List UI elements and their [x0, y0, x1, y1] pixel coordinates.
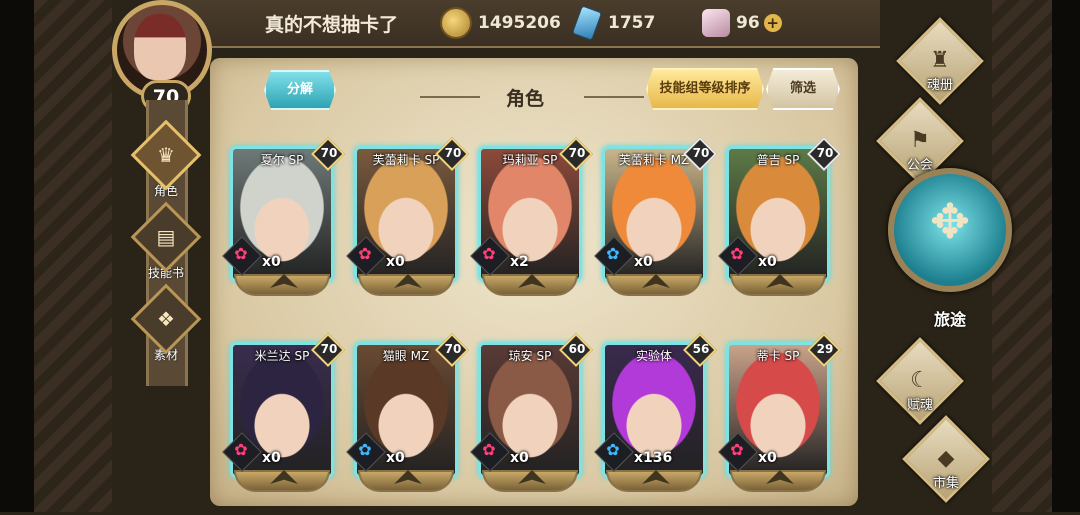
guild-button[interactable]: ⚑ 公会: [876, 97, 964, 185]
shard-count: x0: [510, 450, 529, 466]
soulbook-label: 魂册: [926, 78, 953, 93]
character-level: 70: [568, 146, 586, 160]
shard-count: x0: [758, 254, 777, 270]
soulbook-button[interactable]: ♜ 魂册: [896, 17, 984, 105]
character-card[interactable]: 猫眼 MZ 70 ✿ x0: [346, 333, 469, 494]
card-pedestal: [234, 274, 330, 296]
shard-counter[interactable]: 96 +: [702, 8, 782, 38]
nav-item-skillbook[interactable]: ▤ 技能书: [130, 201, 202, 281]
card-pedestal: [730, 274, 826, 296]
character-level: 70: [320, 342, 338, 356]
card-pedestal: [730, 470, 826, 492]
character-level-badge: 70: [435, 137, 469, 171]
shard-count: x2: [510, 254, 529, 270]
character-level-badge: 70: [559, 137, 593, 171]
skillbook-icon: ▤: [156, 225, 176, 249]
title-ornament-left: [420, 96, 480, 98]
card-pedestal: [358, 470, 454, 492]
card-pedestal: [482, 274, 578, 296]
character-level: 70: [444, 146, 462, 160]
soul-shard-icon: ✿: [470, 236, 510, 276]
character-level-badge: 70: [311, 137, 345, 171]
shard-count: x0: [758, 450, 777, 466]
soul-shard-icon: ✿: [346, 432, 386, 472]
character-card[interactable]: 芙蕾莉卡 MZ 70 ✿ x0: [594, 137, 717, 298]
card-pedestal: [358, 274, 454, 296]
shard-count: x0: [634, 254, 653, 270]
character-level-badge: 56: [683, 333, 717, 367]
journey-label: 旅途: [933, 310, 966, 329]
title-ornament-right: [584, 96, 644, 98]
crystal-icon: [572, 5, 602, 41]
gold-value: 1495206: [478, 13, 561, 33]
card-pedestal: [606, 470, 702, 492]
player-avatar[interactable]: 70: [104, 0, 226, 115]
character-card[interactable]: 芙蕾莉卡 SP 70 ✿ x0: [346, 137, 469, 298]
add-shards-icon[interactable]: +: [763, 14, 782, 32]
character-level-badge: 70: [435, 333, 469, 367]
character-level-badge: 29: [807, 333, 841, 367]
shard-count: x0: [262, 254, 281, 270]
character-card[interactable]: 琼安 SP 60 ✿ x0: [470, 333, 593, 494]
shard-count: x0: [386, 450, 405, 466]
character-level-badge: 60: [559, 333, 593, 367]
character-level: 70: [320, 146, 338, 160]
character-card[interactable]: 实验体 56 ✿ x136: [594, 333, 717, 494]
shard-count: x0: [386, 254, 405, 270]
market-label: 市集: [932, 476, 959, 491]
crystal-counter: 1757: [572, 5, 656, 41]
filter-button[interactable]: 筛选: [766, 68, 840, 110]
character-level: 70: [444, 342, 462, 356]
character-card[interactable]: 蒂卡 SP 29 ✿ x0: [718, 333, 841, 494]
card-pedestal: [606, 274, 702, 296]
character-card[interactable]: 普吉 SP 70 ✿ x0: [718, 137, 841, 298]
material-icon: ❖: [157, 307, 175, 331]
character-level-badge: 70: [311, 333, 345, 367]
shard-count: x0: [262, 450, 281, 466]
soul-shard-icon: [702, 9, 730, 37]
character-level-badge: 70: [807, 137, 841, 171]
gold-coin-icon: [440, 7, 472, 39]
character-card[interactable]: 夏尔 SP 70 ✿ x0: [222, 137, 345, 298]
panel-title: 角色: [505, 88, 544, 110]
decompose-button[interactable]: 分解: [264, 70, 336, 110]
player-name: 真的不想抽卡了: [265, 14, 399, 36]
soul-shard-icon: ✿: [222, 236, 262, 276]
market-button[interactable]: ◆ 市集: [902, 415, 990, 503]
soul-shard-icon: ✿: [470, 432, 510, 472]
enchant-button[interactable]: ☾ 赋魂: [876, 337, 964, 425]
character-level: 60: [568, 342, 586, 356]
character-level: 56: [692, 342, 710, 356]
soul-shard-icon: ✿: [222, 432, 262, 472]
soul-shard-icon: ✿: [594, 236, 634, 276]
enchant-label: 赋魂: [906, 398, 933, 413]
soul-shard-icon: ✿: [718, 236, 758, 276]
soul-shard-icon: ✿: [346, 236, 386, 276]
card-pedestal: [482, 470, 578, 492]
character-level: 70: [816, 146, 834, 160]
character-icon: ♛: [157, 143, 175, 167]
character-card[interactable]: 玛莉亚 SP 70 ✿ x2: [470, 137, 593, 298]
journey-button[interactable]: ✥ 旅途: [888, 168, 1014, 336]
sort-button[interactable]: 技能组等级排序: [646, 68, 764, 110]
shard-count: x136: [634, 450, 673, 466]
soul-shard-icon: ✿: [594, 432, 634, 472]
character-level: 29: [816, 342, 834, 356]
nav-item-material[interactable]: ❖ 素材: [130, 283, 202, 363]
soul-shard-icon: ✿: [718, 432, 758, 472]
nav-item-character[interactable]: ♛ 角色: [130, 119, 202, 199]
character-level-badge: 70: [683, 137, 717, 171]
card-pedestal: [234, 470, 330, 492]
avatar-portrait: [134, 14, 186, 80]
character-level: 70: [692, 146, 710, 160]
shard-value: 96: [736, 13, 760, 33]
crystal-value: 1757: [608, 13, 656, 33]
character-card[interactable]: 米兰达 SP 70 ✿ x0: [222, 333, 345, 494]
gold-counter: 1495206: [440, 7, 561, 39]
journey-icon: ✥: [929, 194, 971, 250]
